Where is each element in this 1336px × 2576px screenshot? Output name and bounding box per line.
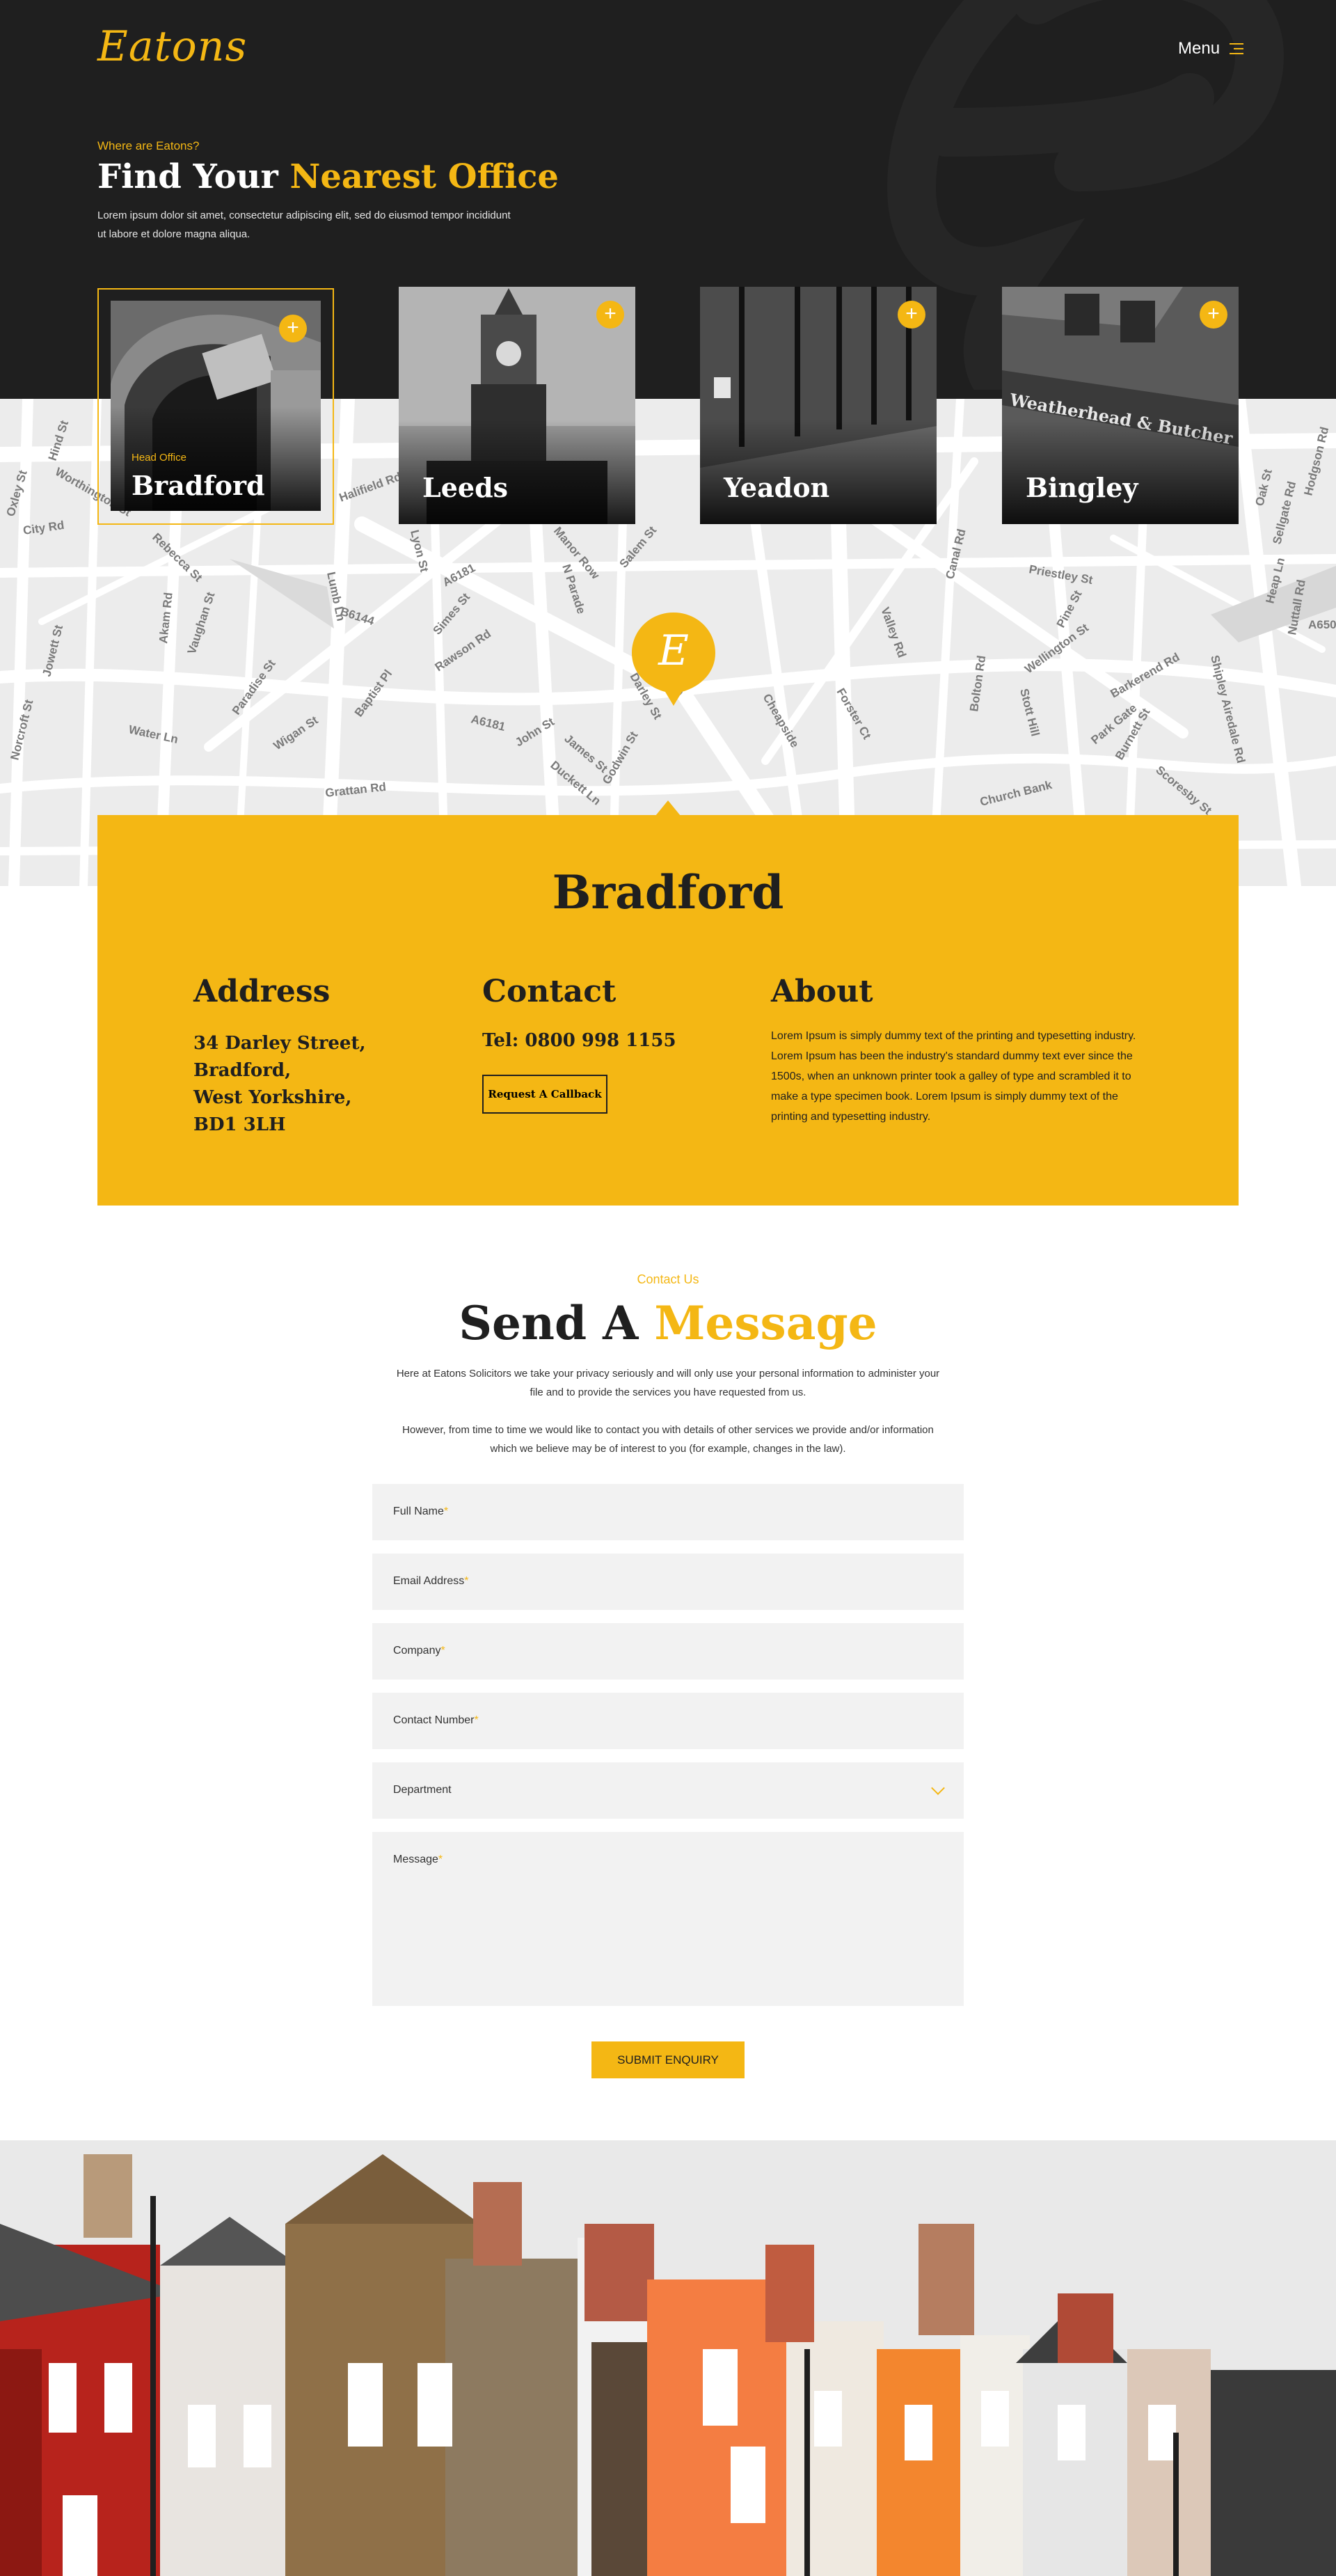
page-title: Find Your Nearest Office: [97, 157, 559, 196]
chevron-down-icon: [931, 1781, 945, 1795]
menu-label: Menu: [1178, 39, 1220, 58]
plus-icon[interactable]: +: [279, 315, 307, 342]
contact-title-plain: Send A: [459, 1296, 655, 1350]
hamburger-icon: [1230, 43, 1244, 54]
street-label: A650: [1308, 618, 1336, 631]
office-card-name: Bingley: [1026, 472, 1138, 503]
street-label: Manor Row: [551, 524, 603, 582]
street-label: Vaughan St: [185, 590, 218, 656]
townhouses-image: [0, 2140, 1336, 2576]
office-map-pin[interactable]: E: [630, 611, 717, 709]
street-label: Norcroft St: [8, 698, 35, 761]
contact-number-field[interactable]: Contact Number*: [372, 1693, 964, 1749]
about-heading: About: [771, 974, 873, 1009]
hero-subtitle: Lorem ipsum dolor sit amet, consectetur …: [97, 210, 511, 240]
street-label: Valley Rd: [878, 606, 909, 660]
street-label: Stott Hill: [1017, 687, 1042, 737]
street-label: Sellgate Rd: [1270, 480, 1298, 546]
office-detail-panel: Bradford Address 34 Darley Street, Bradf…: [97, 815, 1239, 1206]
hero-eyebrow: Where are Eatons?: [97, 139, 200, 152]
page-title-accent: Nearest Office: [289, 157, 559, 196]
plus-icon[interactable]: +: [596, 301, 624, 329]
map-pin-letter: E: [658, 626, 689, 675]
field-label: Department: [393, 1784, 452, 1796]
street-label: Church Bank: [978, 778, 1053, 809]
street-label: Wigan St: [271, 713, 321, 753]
address-line: BD1 3LH: [193, 1114, 286, 1135]
privacy-paragraph: Here at Eatons Solicitors we take your p…: [396, 1368, 940, 1398]
page-title-plain: Find Your: [97, 157, 290, 196]
address-text: 34 Darley Street, Bradford, West Yorkshi…: [193, 1030, 366, 1139]
office-card-name: Bradford: [132, 470, 265, 501]
department-select[interactable]: Department: [372, 1762, 964, 1819]
field-label: Full Name*: [393, 1506, 449, 1517]
request-callback-button[interactable]: Request A Callback: [482, 1075, 607, 1114]
street-label: A6181: [470, 712, 507, 734]
address-heading: Address: [193, 974, 331, 1009]
message-textarea[interactable]: Message*: [372, 1832, 964, 2006]
address-column: Address 34 Darley Street, Bradford, West…: [193, 974, 366, 1139]
menu-button[interactable]: Menu: [1178, 39, 1244, 58]
office-card-yeadon[interactable]: Yeadon +: [700, 287, 937, 524]
street-label: Canal Rd: [943, 528, 968, 580]
office-card-name: Yeadon: [724, 472, 830, 503]
contact-column: Contact Tel: 0800 998 1155 Request A Cal…: [482, 974, 676, 1114]
field-label: Contact Number*: [393, 1714, 479, 1726]
office-card-leeds[interactable]: Leeds +: [399, 287, 635, 524]
eatons-logo[interactable]: Eatons: [97, 22, 247, 71]
address-line: West Yorkshire,: [193, 1087, 352, 1108]
office-card-bradford[interactable]: Head Office Bradford +: [111, 301, 321, 511]
contact-title-accent: Message: [654, 1296, 877, 1350]
field-label: Company*: [393, 1645, 445, 1657]
full-name-field[interactable]: Full Name*: [372, 1484, 964, 1540]
office-card-bingley[interactable]: Weatherhead & Butcher Bingley +: [1002, 287, 1239, 524]
office-card-tag: Head Office: [132, 452, 186, 464]
plus-icon[interactable]: +: [898, 301, 925, 329]
plus-icon[interactable]: +: [1200, 301, 1227, 329]
address-line: Bradford,: [193, 1060, 292, 1081]
address-line: 34 Darley Street,: [193, 1033, 366, 1054]
contact-heading: Contact: [482, 974, 617, 1009]
phone-number[interactable]: Tel: 0800 998 1155: [482, 1030, 676, 1051]
panel-pointer: [655, 800, 681, 816]
office-card-name: Leeds: [422, 472, 509, 503]
field-label: Message*: [393, 1854, 443, 1865]
email-field[interactable]: Email Address*: [372, 1554, 964, 1610]
about-text: Lorem Ipsum is simply dummy text of the …: [771, 1030, 1136, 1123]
street-photo: [0, 2140, 1336, 2576]
company-field[interactable]: Company*: [372, 1623, 964, 1680]
about-column: About Lorem Ipsum is simply dummy text o…: [771, 974, 1140, 1127]
field-label: Email Address*: [393, 1575, 469, 1587]
contact-title: Send A Message: [0, 1296, 1336, 1350]
contact-eyebrow: Contact Us: [637, 1272, 699, 1286]
submit-enquiry-button[interactable]: SUBMIT ENQUIRY: [591, 2041, 745, 2078]
office-detail-title: Bradford: [552, 865, 784, 919]
street-label: Oak St: [1252, 468, 1275, 507]
marketing-paragraph: However, from time to time we would like…: [402, 1424, 934, 1455]
